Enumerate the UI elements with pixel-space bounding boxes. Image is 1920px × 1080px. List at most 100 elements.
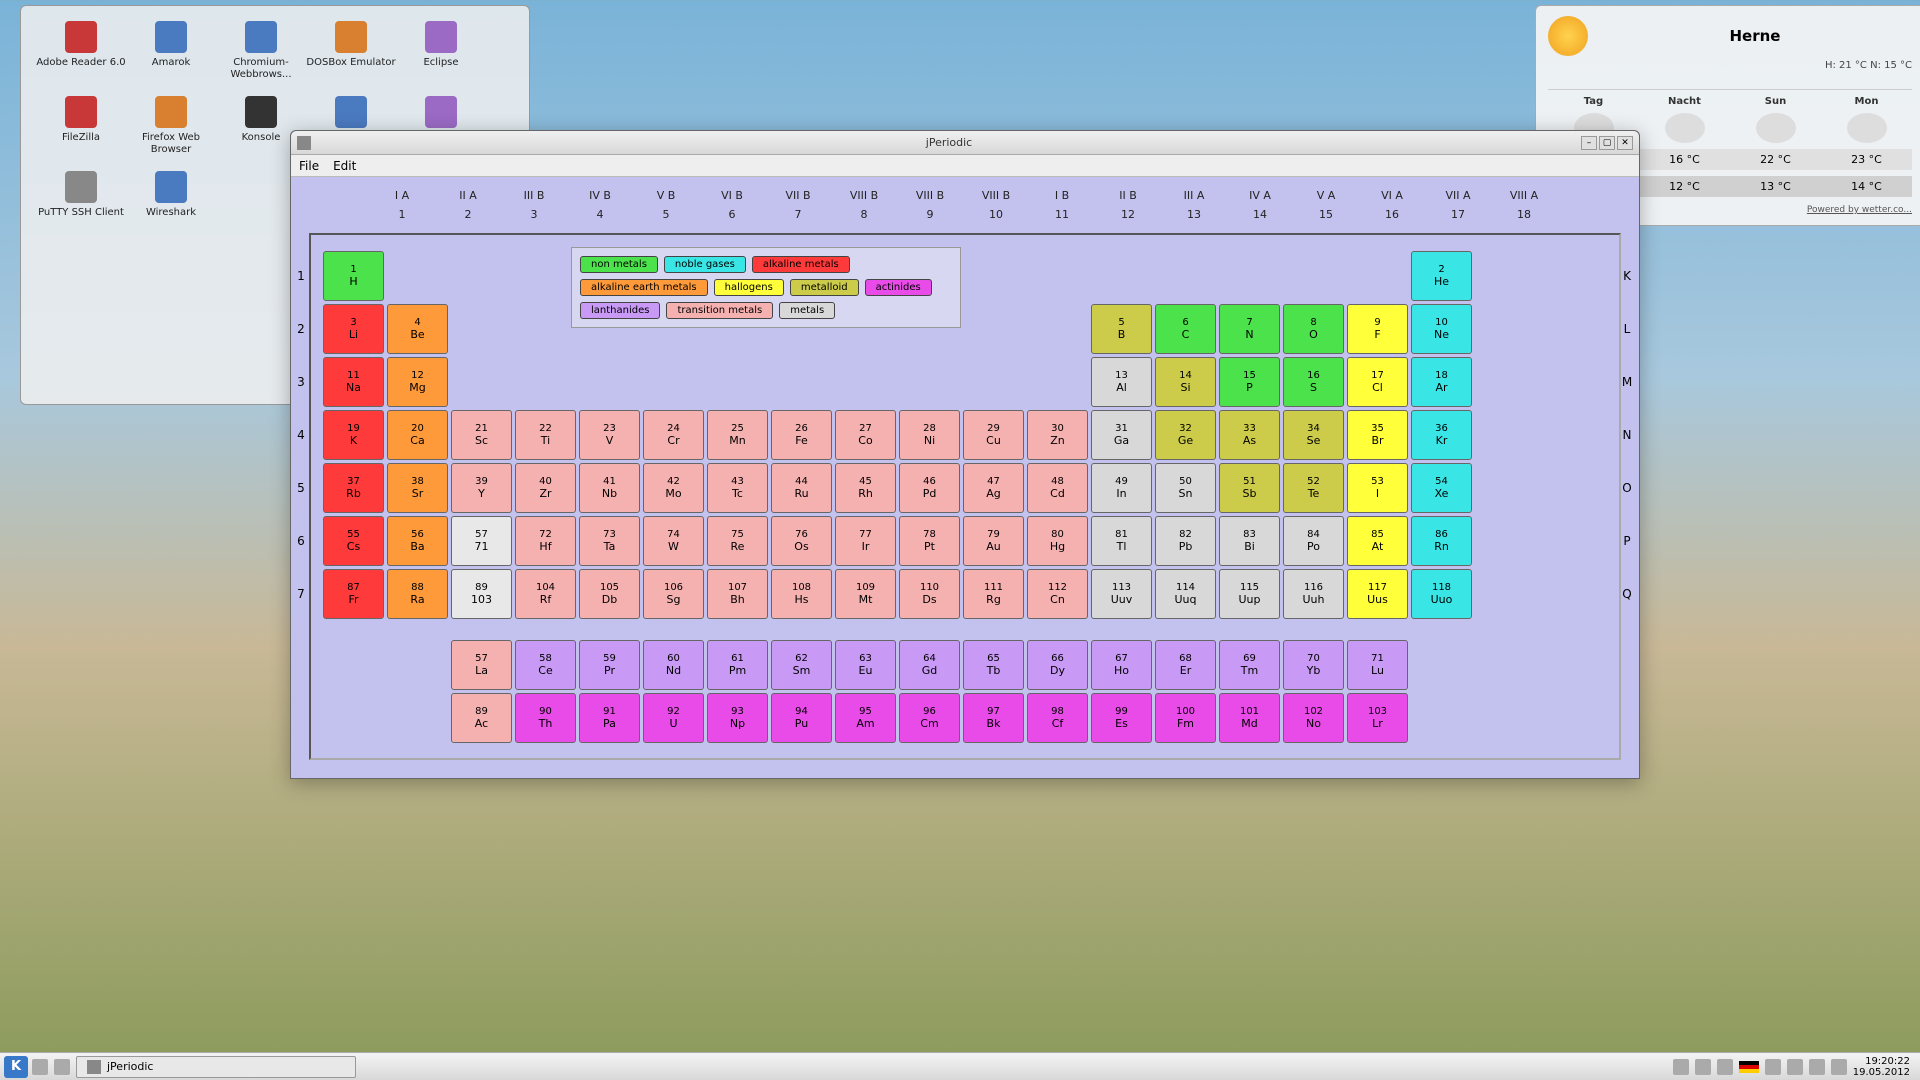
- element-F[interactable]: 9F: [1347, 304, 1408, 354]
- element-Gd[interactable]: 64Gd: [899, 640, 960, 690]
- tray-device-icon[interactable]: [1831, 1059, 1847, 1075]
- tray-volume-icon[interactable]: [1765, 1059, 1781, 1075]
- element-Th[interactable]: 90Th: [515, 693, 576, 743]
- element-Cm[interactable]: 96Cm: [899, 693, 960, 743]
- element-Sc[interactable]: 21Sc: [451, 410, 512, 460]
- element-Er[interactable]: 68Er: [1155, 640, 1216, 690]
- desktop-icon[interactable]: Eclipse: [396, 21, 486, 81]
- desktop-icon[interactable]: DOSBox Emulator: [306, 21, 396, 81]
- menu-edit[interactable]: Edit: [333, 159, 356, 173]
- element-Li[interactable]: 3Li: [323, 304, 384, 354]
- element-Sg[interactable]: 106Sg: [643, 569, 704, 619]
- element-Cr[interactable]: 24Cr: [643, 410, 704, 460]
- element-Po[interactable]: 84Po: [1283, 516, 1344, 566]
- maximize-button[interactable]: ▢: [1599, 136, 1615, 150]
- element-Br[interactable]: 35Br: [1347, 410, 1408, 460]
- element-Zr[interactable]: 40Zr: [515, 463, 576, 513]
- element-Be[interactable]: 4Be: [387, 304, 448, 354]
- element-Au[interactable]: 79Au: [963, 516, 1024, 566]
- element-Re[interactable]: 75Re: [707, 516, 768, 566]
- element-Cs[interactable]: 55Cs: [323, 516, 384, 566]
- tray-keyboard-flag-icon[interactable]: [1739, 1061, 1759, 1073]
- element-Cu[interactable]: 29Cu: [963, 410, 1024, 460]
- element-Na[interactable]: 11Na: [323, 357, 384, 407]
- element-Uuv[interactable]: 113Uuv: [1091, 569, 1152, 619]
- element-Ti[interactable]: 22Ti: [515, 410, 576, 460]
- element-V[interactable]: 23V: [579, 410, 640, 460]
- menu-file[interactable]: File: [299, 159, 319, 173]
- element-Pr[interactable]: 59Pr: [579, 640, 640, 690]
- element-Cf[interactable]: 98Cf: [1027, 693, 1088, 743]
- element-Hg[interactable]: 80Hg: [1027, 516, 1088, 566]
- element-Nb[interactable]: 41Nb: [579, 463, 640, 513]
- element-Tb[interactable]: 65Tb: [963, 640, 1024, 690]
- element-103[interactable]: 89103: [451, 569, 512, 619]
- desktop-icon[interactable]: Wireshark: [126, 171, 216, 219]
- element-Am[interactable]: 95Am: [835, 693, 896, 743]
- element-Ce[interactable]: 58Ce: [515, 640, 576, 690]
- element-I[interactable]: 53I: [1347, 463, 1408, 513]
- element-Np[interactable]: 93Np: [707, 693, 768, 743]
- close-button[interactable]: ✕: [1617, 136, 1633, 150]
- element-Ho[interactable]: 67Ho: [1091, 640, 1152, 690]
- element-Zn[interactable]: 30Zn: [1027, 410, 1088, 460]
- element-Ge[interactable]: 32Ge: [1155, 410, 1216, 460]
- desktop-icon[interactable]: Amarok: [126, 21, 216, 81]
- element-Rb[interactable]: 37Rb: [323, 463, 384, 513]
- desktop-icon[interactable]: Firefox Web Browser: [126, 96, 216, 156]
- element-Rf[interactable]: 104Rf: [515, 569, 576, 619]
- tray-mail-icon[interactable]: [1695, 1059, 1711, 1075]
- element-Te[interactable]: 52Te: [1283, 463, 1344, 513]
- element-Ca[interactable]: 20Ca: [387, 410, 448, 460]
- element-Lr[interactable]: 103Lr: [1347, 693, 1408, 743]
- tray-network-icon[interactable]: [1787, 1059, 1803, 1075]
- element-Ar[interactable]: 18Ar: [1411, 357, 1472, 407]
- tray-clipboard-icon[interactable]: [1717, 1059, 1733, 1075]
- element-Fe[interactable]: 26Fe: [771, 410, 832, 460]
- kickoff-menu-button[interactable]: K: [4, 1056, 28, 1078]
- activity-button[interactable]: [32, 1059, 48, 1075]
- element-Pb[interactable]: 82Pb: [1155, 516, 1216, 566]
- element-Nd[interactable]: 60Nd: [643, 640, 704, 690]
- desktop-icon[interactable]: Chromium-Webbrows...: [216, 21, 306, 81]
- element-Fr[interactable]: 87Fr: [323, 569, 384, 619]
- element-Bh[interactable]: 107Bh: [707, 569, 768, 619]
- element-B[interactable]: 5B: [1091, 304, 1152, 354]
- element-Ag[interactable]: 47Ag: [963, 463, 1024, 513]
- element-Tm[interactable]: 69Tm: [1219, 640, 1280, 690]
- element-Pa[interactable]: 91Pa: [579, 693, 640, 743]
- element-He[interactable]: 2He: [1411, 251, 1472, 301]
- element-As[interactable]: 33As: [1219, 410, 1280, 460]
- element-Uuh[interactable]: 116Uuh: [1283, 569, 1344, 619]
- element-S[interactable]: 16S: [1283, 357, 1344, 407]
- element-Al[interactable]: 13Al: [1091, 357, 1152, 407]
- desktop-icon[interactable]: Adobe Reader 6.0: [36, 21, 126, 81]
- element-Tl[interactable]: 81Tl: [1091, 516, 1152, 566]
- element-Kr[interactable]: 36Kr: [1411, 410, 1472, 460]
- tray-updates-icon[interactable]: [1809, 1059, 1825, 1075]
- element-Mn[interactable]: 25Mn: [707, 410, 768, 460]
- element-Pm[interactable]: 61Pm: [707, 640, 768, 690]
- element-Sb[interactable]: 51Sb: [1219, 463, 1280, 513]
- element-Mt[interactable]: 109Mt: [835, 569, 896, 619]
- element-Hs[interactable]: 108Hs: [771, 569, 832, 619]
- element-Mg[interactable]: 12Mg: [387, 357, 448, 407]
- element-Ne[interactable]: 10Ne: [1411, 304, 1472, 354]
- element-Se[interactable]: 34Se: [1283, 410, 1344, 460]
- element-Bi[interactable]: 83Bi: [1219, 516, 1280, 566]
- element-Os[interactable]: 76Os: [771, 516, 832, 566]
- element-Fm[interactable]: 100Fm: [1155, 693, 1216, 743]
- element-At[interactable]: 85At: [1347, 516, 1408, 566]
- element-Tc[interactable]: 43Tc: [707, 463, 768, 513]
- element-Rg[interactable]: 111Rg: [963, 569, 1024, 619]
- element-Eu[interactable]: 63Eu: [835, 640, 896, 690]
- element-Uus[interactable]: 117Uus: [1347, 569, 1408, 619]
- element-Co[interactable]: 27Co: [835, 410, 896, 460]
- element-Cd[interactable]: 48Cd: [1027, 463, 1088, 513]
- element-H[interactable]: 1H: [323, 251, 384, 301]
- desktop-icon[interactable]: PuTTY SSH Client: [36, 171, 126, 219]
- element-K[interactable]: 19K: [323, 410, 384, 460]
- element-Ds[interactable]: 110Ds: [899, 569, 960, 619]
- element-Rn[interactable]: 86Rn: [1411, 516, 1472, 566]
- element-Ga[interactable]: 31Ga: [1091, 410, 1152, 460]
